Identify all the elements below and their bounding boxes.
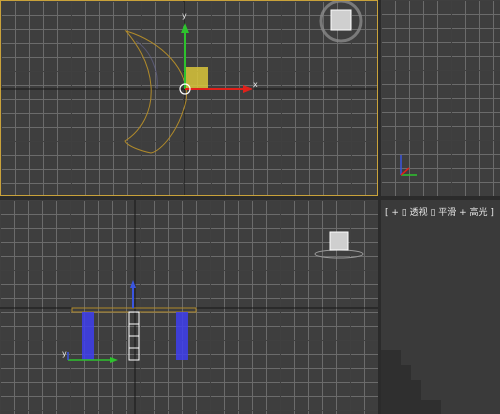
crescent-object <box>124 30 188 154</box>
top-viewport[interactable]: y x <box>0 0 378 196</box>
right-viewport[interactable] <box>381 0 500 196</box>
transform-gizmo-icon <box>179 23 253 95</box>
viewcube-icon <box>314 231 364 259</box>
curtain-right <box>176 312 188 360</box>
curtain-left <box>82 312 94 360</box>
top-scene: y x <box>1 1 377 195</box>
front-scene: y <box>0 200 378 414</box>
viewcube-icon <box>319 1 363 43</box>
front-y-label: y <box>62 349 67 358</box>
front-viewport[interactable]: y <box>0 200 378 414</box>
right-scene <box>400 155 417 176</box>
gizmo-x-label: x <box>253 80 258 89</box>
perspective-scene <box>381 350 441 414</box>
axis-tripod-icon <box>400 155 417 176</box>
gizmo-y-label: y <box>182 11 187 20</box>
perspective-viewport[interactable]: [ + ▯ 透视 ▯ 平滑 + 高光 ] <box>381 200 500 414</box>
